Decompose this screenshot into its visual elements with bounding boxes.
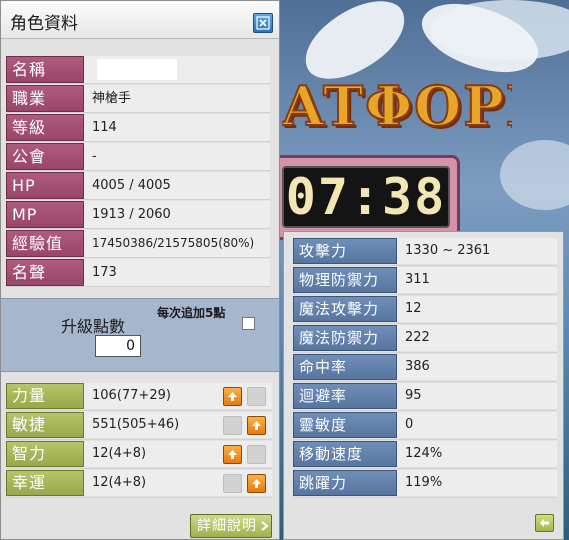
stat-value: 106(77+29) — [84, 383, 272, 409]
profile-label: 等級 — [6, 114, 84, 141]
detail-label: 魔法防禦力 — [293, 325, 397, 351]
profile-label: 公會 — [6, 143, 84, 170]
detail-value: 222 — [397, 325, 557, 351]
detail-row-attack: 攻擊力 1330 ~ 2361 — [293, 237, 557, 266]
profile-label: 名稱 — [6, 56, 84, 83]
profile-row-exp: 經驗值 17450386/21575805(80%) — [6, 229, 270, 258]
detail-value: 1330 ~ 2361 — [397, 238, 557, 264]
detail-label: 命中率 — [293, 354, 397, 380]
event-timer: 07:38 — [282, 166, 450, 228]
dex-increase-button[interactable] — [247, 416, 266, 435]
profile-value: 17450386/21575805(80%) — [84, 230, 270, 257]
luk-decrease-button[interactable] — [223, 474, 242, 493]
detail-row-magic-atk: 魔法攻擊力 12 — [293, 295, 557, 324]
detail-stats-window: 攻擊力 1330 ~ 2361 物理防禦力 311 魔法攻擊力 12 魔法防禦力… — [283, 231, 564, 540]
detail-row-accuracy: 命中率 386 — [293, 353, 557, 382]
up-arrow-icon — [228, 392, 237, 401]
profile-row-job: 職業 神槍手 — [6, 84, 270, 113]
name-field — [97, 59, 177, 80]
detail-row-avoid: 迴避率 95 — [293, 382, 557, 411]
profile-row-hp: HP 4005 / 4005 — [6, 171, 270, 200]
up-arrow-icon — [228, 450, 237, 459]
profile-value: 114 — [84, 114, 270, 141]
detail-button-label: 詳細說明 — [197, 518, 257, 534]
int-decrease-button[interactable] — [247, 445, 266, 464]
detail-label: 物理防禦力 — [293, 267, 397, 293]
detail-label: 攻擊力 — [293, 238, 397, 264]
str-decrease-button[interactable] — [247, 387, 266, 406]
profile-value: - — [84, 143, 270, 170]
stat-row-luk: 幸運 12(4+8) — [6, 469, 272, 498]
left-arrow-icon — [540, 519, 549, 527]
stat-value: 551(505+46) — [84, 412, 272, 438]
profile-row-fame: 名聲 173 — [6, 258, 270, 287]
profile-row-guild: 公會 - — [6, 142, 270, 171]
close-icon — [256, 16, 270, 30]
stat-value: 12(4+8) — [84, 470, 272, 496]
ability-points-section: 升級點數 0 每次追加5點 — [1, 298, 279, 372]
detail-value: 119% — [397, 470, 557, 496]
str-increase-button[interactable] — [223, 387, 242, 406]
detail-value: 95 — [397, 383, 557, 409]
ability-points-label: 升級點數 — [61, 317, 126, 336]
auto-assign-checkbox[interactable] — [242, 317, 255, 330]
detail-row-handling: 靈敏度 0 — [293, 411, 557, 440]
stat-label: 幸運 — [6, 470, 84, 496]
profile-value: 173 — [84, 259, 270, 286]
profile-row-mp: MP 1913 / 2060 — [6, 200, 270, 229]
stat-label: 智力 — [6, 441, 84, 467]
profile-row-name: 名稱 — [6, 55, 270, 84]
stat-row-str: 力量 106(77+29) — [6, 382, 272, 411]
stat-value: 12(4+8) — [84, 441, 272, 467]
detail-row-speed: 移動速度 124% — [293, 440, 557, 469]
luk-increase-button[interactable] — [247, 474, 266, 493]
detail-value: 12 — [397, 296, 557, 322]
close-button[interactable] — [253, 13, 273, 33]
stat-row-int: 智力 12(4+8) — [6, 440, 272, 469]
cloud — [500, 140, 569, 210]
int-increase-button[interactable] — [223, 445, 242, 464]
up-arrow-icon — [252, 479, 261, 488]
detail-value: 311 — [397, 267, 557, 293]
detail-value: 0 — [397, 412, 557, 438]
map-banner: ATΦOPM — [282, 73, 512, 139]
detail-row-jump: 跳躍力 119% — [293, 469, 557, 498]
detail-value: 124% — [397, 441, 557, 467]
stat-row-dex: 敏捷 551(505+46) — [6, 411, 272, 440]
profile-label: HP — [6, 172, 84, 199]
profile-label: MP — [6, 201, 84, 228]
window-title: 角色資料 — [10, 14, 78, 34]
detail-label: 魔法攻擊力 — [293, 296, 397, 322]
detail-row-phys-def: 物理防禦力 311 — [293, 266, 557, 295]
profile-value: 神槍手 — [84, 85, 270, 112]
detail-label: 移動速度 — [293, 441, 397, 467]
profile-label: 職業 — [6, 85, 84, 112]
stat-label: 力量 — [6, 383, 84, 409]
profile-value: 4005 / 4005 — [84, 172, 270, 199]
detail-label: 靈敏度 — [293, 412, 397, 438]
auto-assign-label: 每次追加5點 — [157, 306, 226, 320]
dex-decrease-button[interactable] — [223, 416, 242, 435]
detail-value: 386 — [397, 354, 557, 380]
detail-row-magic-def: 魔法防禦力 222 — [293, 324, 557, 353]
profile-row-level: 等級 114 — [6, 113, 270, 142]
stat-label: 敏捷 — [6, 412, 84, 438]
chevron-right-icon — [261, 521, 269, 531]
profile-label: 名聲 — [6, 259, 84, 286]
detail-label: 跳躍力 — [293, 470, 397, 496]
detail-label: 迴避率 — [293, 383, 397, 409]
detail-button[interactable]: 詳細說明 — [190, 514, 272, 538]
up-arrow-icon — [252, 421, 261, 430]
profile-label: 經驗值 — [6, 230, 84, 257]
collapse-button[interactable] — [535, 514, 554, 532]
stat-table: 力量 106(77+29) 敏捷 551(505+46) 智力 12(4+8) … — [6, 382, 272, 498]
profile-value: 1913 / 2060 — [84, 201, 270, 228]
character-info-window: 角色資料 名稱 職業 神槍手 等級 114 公會 - HP 4005 / 400… — [0, 0, 280, 540]
window-titlebar[interactable]: 角色資料 — [1, 1, 279, 39]
profile-table: 名稱 職業 神槍手 等級 114 公會 - HP 4005 / 4005 MP … — [6, 55, 270, 287]
ability-points-value: 0 — [95, 335, 141, 357]
